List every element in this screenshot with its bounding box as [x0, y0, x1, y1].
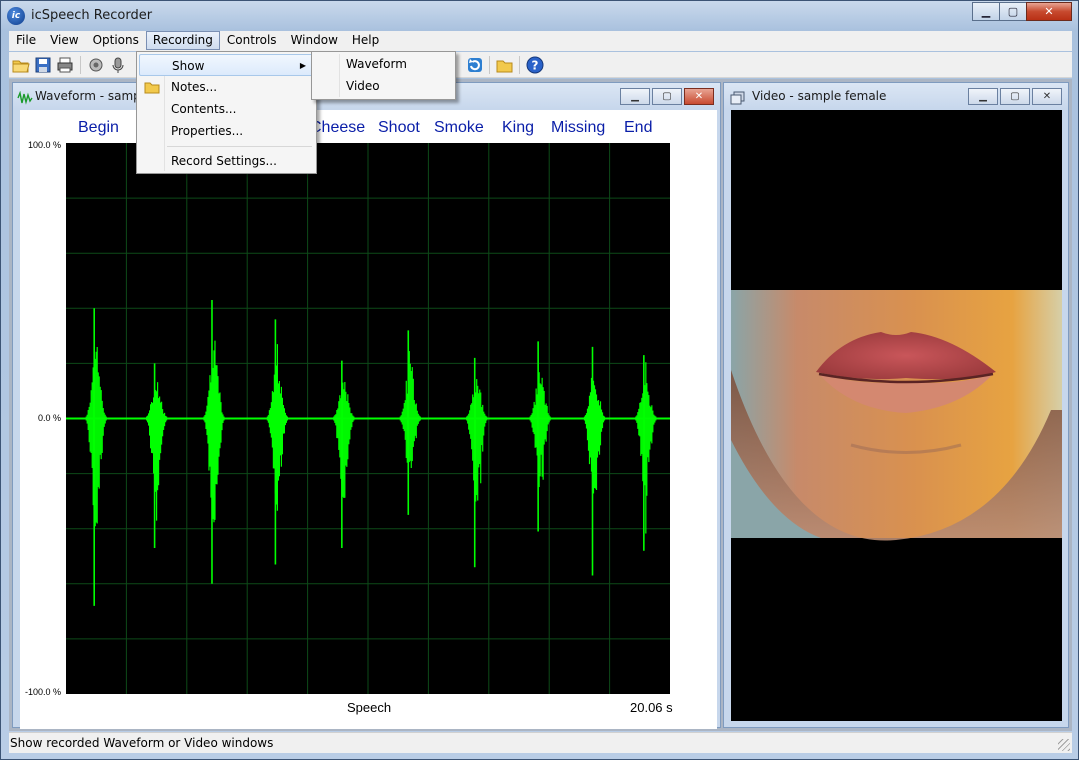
- help-icon[interactable]: ?: [526, 56, 544, 74]
- menu-item-notes-label: Notes...: [171, 80, 218, 94]
- status-text: Show recorded Waveform or Video windows: [10, 736, 274, 750]
- waveform-burst: [266, 319, 288, 565]
- menu-separator: [167, 146, 312, 147]
- word-marker[interactable]: King: [502, 119, 534, 137]
- waveform-burst: [399, 330, 421, 515]
- save-icon[interactable]: [34, 56, 52, 74]
- title-bar[interactable]: ic icSpeech Recorder ▁ ▢ ✕: [1, 1, 1078, 31]
- video-window[interactable]: Video - sample female ▁ ▢ ✕: [723, 82, 1069, 728]
- toolbar-separator: [519, 56, 520, 74]
- maximize-button[interactable]: ▢: [999, 2, 1027, 21]
- video-window-title: Video - sample female: [752, 89, 887, 103]
- waveform-burst: [635, 355, 657, 551]
- resize-grip[interactable]: [1058, 739, 1070, 751]
- waveform-maximize-button[interactable]: ▢: [652, 88, 682, 105]
- menu-item-properties-label: Properties...: [171, 124, 244, 138]
- menu-window[interactable]: Window: [284, 31, 345, 50]
- app-icon: ic: [7, 7, 25, 25]
- status-bar: Show recorded Waveform or Video windows: [9, 732, 1072, 753]
- waveform-burst: [145, 363, 168, 548]
- menu-help[interactable]: Help: [345, 31, 386, 50]
- word-marker[interactable]: Shoot: [378, 119, 420, 137]
- word-marker[interactable]: Smoke: [434, 119, 484, 137]
- menu-item-contents-label: Contents...: [171, 102, 237, 116]
- menu-item-notes[interactable]: Notes...: [139, 76, 314, 98]
- word-marker[interactable]: Cheese: [310, 119, 365, 137]
- record-settings-icon[interactable]: [87, 56, 105, 74]
- y-label-max: 100.0 %: [28, 140, 62, 150]
- video-icon: [730, 91, 745, 105]
- x-axis-label: Speech: [347, 700, 392, 715]
- duration-label: 20.06 s: [630, 700, 673, 715]
- notes-icon[interactable]: [496, 56, 514, 74]
- waveform-burst: [85, 308, 107, 606]
- waveform-client: Begin Cheese Shoot Smoke King Missing En…: [20, 110, 717, 729]
- waveform-minimize-button[interactable]: ▁: [620, 88, 650, 105]
- window-title: icSpeech Recorder: [31, 8, 153, 23]
- mdi-workspace: Waveform - sample female ▁ ▢ ✕ Begin Che…: [9, 79, 1072, 731]
- waveform-close-button[interactable]: ✕: [684, 88, 714, 105]
- menu-controls[interactable]: Controls: [220, 31, 284, 50]
- waveform-plot[interactable]: [66, 143, 670, 694]
- menu-item-show-label: Show: [172, 59, 205, 73]
- notes-icon: [144, 82, 160, 94]
- close-button[interactable]: ✕: [1026, 2, 1072, 21]
- y-label-zero: 0.0 %: [38, 413, 62, 423]
- waveform-burst: [203, 300, 225, 584]
- video-close-button[interactable]: ✕: [1032, 88, 1062, 105]
- waveform-burst: [333, 360, 355, 548]
- waveform-burst: [466, 357, 488, 568]
- loop-icon[interactable]: [466, 56, 484, 74]
- submenu-item-waveform[interactable]: Waveform: [314, 53, 453, 75]
- video-maximize-button[interactable]: ▢: [1000, 88, 1030, 105]
- menu-bar: File View Options Recording Controls Win…: [9, 31, 1072, 51]
- menu-item-record-settings[interactable]: Record Settings...: [139, 150, 314, 172]
- svg-text:?: ?: [532, 59, 539, 73]
- submenu-item-video[interactable]: Video: [314, 75, 453, 97]
- word-marker[interactable]: End: [624, 119, 652, 137]
- video-minimize-button[interactable]: ▁: [968, 88, 998, 105]
- waveform-burst: [529, 341, 551, 532]
- submenu-item-waveform-label: Waveform: [346, 57, 407, 71]
- submenu-arrow-icon: ▶: [299, 61, 306, 70]
- main-window: ic icSpeech Recorder ▁ ▢ ✕ File View Opt…: [0, 0, 1079, 760]
- menu-item-record-settings-label: Record Settings...: [171, 154, 277, 168]
- waveform-icon: [17, 91, 33, 105]
- recording-menu: Show ▶ Notes... Contents... Properties..…: [136, 51, 317, 174]
- minimize-button[interactable]: ▁: [972, 2, 1000, 21]
- waveform-window[interactable]: Waveform - sample female ▁ ▢ ✕ Begin Che…: [12, 82, 721, 729]
- submenu-item-video-label: Video: [346, 79, 380, 93]
- word-marker[interactable]: Missing: [551, 119, 605, 137]
- show-submenu: Waveform Video: [311, 51, 456, 100]
- menu-recording[interactable]: Recording: [145, 31, 220, 50]
- playback-settings-icon[interactable]: [109, 56, 127, 74]
- video-frame[interactable]: [731, 110, 1062, 721]
- open-folder-icon[interactable]: [12, 56, 30, 74]
- menu-item-contents[interactable]: Contents...: [139, 98, 314, 120]
- y-label-min: -100.0 %: [25, 687, 62, 697]
- menu-view[interactable]: View: [43, 31, 85, 50]
- menu-item-properties[interactable]: Properties...: [139, 120, 314, 142]
- menu-file[interactable]: File: [9, 31, 43, 50]
- video-image: [731, 290, 1062, 541]
- menu-options[interactable]: Options: [86, 31, 146, 50]
- toolbar-separator: [80, 56, 81, 74]
- waveform-burst: [583, 346, 606, 576]
- toolbar-separator: [489, 56, 490, 74]
- word-marker[interactable]: Begin: [78, 119, 119, 137]
- print-icon[interactable]: [56, 56, 74, 74]
- waveform-graph: [66, 143, 670, 694]
- menu-item-show[interactable]: Show ▶: [139, 54, 314, 76]
